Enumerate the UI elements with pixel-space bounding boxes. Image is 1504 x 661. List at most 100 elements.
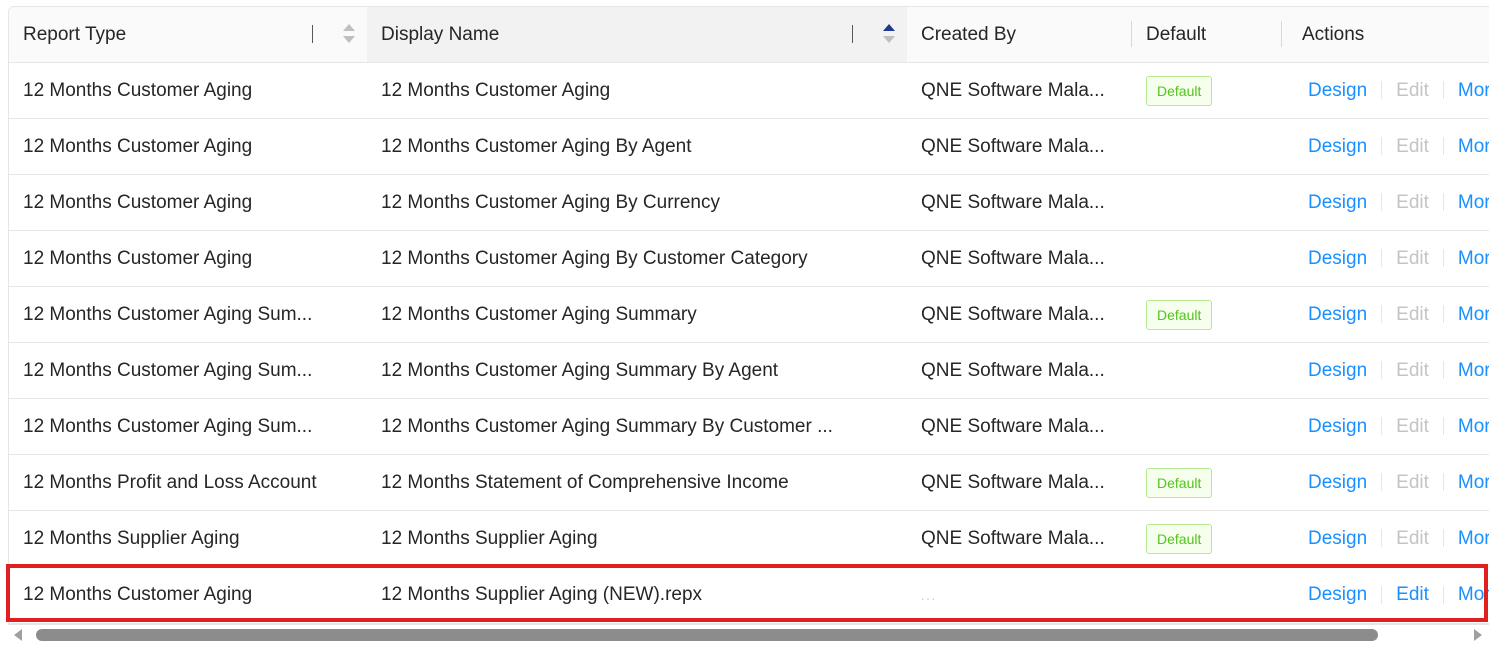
table-row[interactable]: 12 Months Profit and Loss Account 12 Mont… — [9, 454, 1489, 511]
design-link[interactable]: Design — [1308, 584, 1367, 605]
column-header-label: Report Type — [23, 23, 127, 45]
cell-display-name: 12 Months Customer Aging Summary — [367, 286, 907, 343]
horizontal-scrollbar[interactable] — [8, 626, 1488, 644]
cell-created-by: QNE Software Mala... — [907, 118, 1132, 175]
more-link[interactable]: More — [1458, 80, 1489, 101]
edit-link[interactable]: Edit — [1396, 584, 1429, 605]
table-row[interactable]: 12 Months Customer Aging 12 Months Custom… — [9, 118, 1489, 175]
more-link[interactable]: More — [1458, 528, 1489, 549]
cell-actions: Design Edit More — [1282, 230, 1489, 287]
default-tag: Default — [1146, 467, 1213, 498]
edit-link: Edit — [1396, 247, 1429, 269]
column-header-created-by: Created By — [907, 7, 1132, 63]
cell-actions: Design Edit More — [1282, 566, 1489, 624]
more-link[interactable]: More — [1458, 248, 1489, 269]
edit-link: Edit — [1396, 79, 1429, 101]
cell-default: Default — [1132, 286, 1282, 343]
action-divider — [1381, 361, 1383, 380]
design-link[interactable]: Design — [1308, 528, 1367, 549]
reports-table: Report Type Display Name Created By Defa… — [8, 6, 1489, 625]
design-link[interactable]: Design — [1308, 192, 1367, 213]
cell-created-by: QNE Software Mala... — [907, 230, 1132, 287]
design-link[interactable]: Design — [1308, 416, 1367, 437]
cell-display-name: 12 Months Customer Aging Summary By Agen… — [367, 342, 907, 399]
table-row[interactable]: 12 Months Customer Aging Sum... 12 Months… — [9, 398, 1489, 455]
default-tag: Default — [1146, 299, 1213, 330]
table-row[interactable]: 12 Months Customer Aging Sum... 12 Months… — [9, 342, 1489, 399]
scrollbar-thumb[interactable] — [36, 629, 1378, 641]
cell-report-type: 12 Months Profit and Loss Account — [9, 454, 367, 511]
action-divider — [1442, 137, 1444, 156]
cell-default — [1132, 566, 1282, 624]
cell-actions: Design Edit More — [1282, 286, 1489, 343]
more-link[interactable]: More — [1458, 192, 1489, 213]
action-divider — [1381, 417, 1383, 436]
table-row[interactable]: 12 Months Customer Aging 12 Months Custom… — [9, 230, 1489, 287]
table-row[interactable]: 12 Months Customer Aging Sum... 12 Months… — [9, 286, 1489, 343]
edit-link: Edit — [1396, 415, 1429, 437]
cell-actions: Design Edit More — [1282, 510, 1489, 567]
cell-report-type: 12 Months Customer Aging — [9, 174, 367, 231]
design-link[interactable]: Design — [1308, 304, 1367, 325]
action-divider — [1442, 305, 1444, 324]
design-link[interactable]: Design — [1308, 472, 1367, 493]
action-divider — [1381, 305, 1383, 324]
action-divider — [1381, 249, 1383, 268]
scroll-left-arrow-icon[interactable] — [14, 629, 22, 641]
more-link[interactable]: More — [1458, 472, 1489, 493]
table-row[interactable]: 12 Months Customer Aging 12 Months Suppli… — [9, 566, 1489, 624]
table-row[interactable]: 12 Months Customer Aging 12 Months Custom… — [9, 62, 1489, 119]
cell-display-name: 12 Months Customer Aging Summary By Cust… — [367, 398, 907, 455]
sort-icon[interactable] — [343, 22, 355, 46]
cell-created-by: QNE Software Mala... — [907, 286, 1132, 343]
action-divider — [1442, 361, 1444, 380]
column-header-report-type[interactable]: Report Type — [9, 7, 367, 63]
cell-display-name: 12 Months Customer Aging By Customer Cat… — [367, 230, 907, 287]
column-resize-handle[interactable] — [312, 25, 313, 43]
more-link[interactable]: More — [1458, 304, 1489, 325]
cell-display-name: 12 Months Customer Aging By Agent — [367, 118, 907, 175]
edit-link: Edit — [1396, 135, 1429, 157]
cell-report-type: 12 Months Customer Aging — [9, 230, 367, 287]
more-link[interactable]: More — [1458, 136, 1489, 157]
action-divider — [1381, 585, 1383, 604]
sort-ascending-icon[interactable] — [883, 22, 895, 46]
table-row[interactable]: 12 Months Supplier Aging 12 Months Suppli… — [9, 510, 1489, 567]
default-tag: Default — [1146, 75, 1213, 106]
column-header-display-name[interactable]: Display Name — [367, 7, 907, 63]
column-header-actions: Actions — [1282, 7, 1489, 63]
cell-display-name: 12 Months Statement of Comprehensive Inc… — [367, 454, 907, 511]
cell-report-type: 12 Months Customer Aging — [9, 118, 367, 175]
design-link[interactable]: Design — [1308, 360, 1367, 381]
action-divider — [1442, 585, 1444, 604]
column-resize-handle[interactable] — [852, 25, 853, 43]
design-link[interactable]: Design — [1308, 248, 1367, 269]
cell-created-by: ... — [907, 566, 1132, 624]
action-divider — [1442, 529, 1444, 548]
table-row[interactable]: 12 Months Customer Aging 12 Months Custom… — [9, 174, 1489, 231]
cell-actions: Design Edit More — [1282, 118, 1489, 175]
cell-default — [1132, 342, 1282, 399]
cell-report-type: 12 Months Customer Aging — [9, 566, 367, 624]
column-header-label: Default — [1146, 23, 1207, 45]
cell-actions: Design Edit More — [1282, 454, 1489, 511]
action-divider — [1381, 193, 1383, 212]
cell-created-by: QNE Software Mala... — [907, 62, 1132, 119]
cell-report-type: 12 Months Customer Aging Sum... — [9, 398, 367, 455]
more-link[interactable]: More — [1458, 584, 1489, 605]
action-divider — [1442, 193, 1444, 212]
design-link[interactable]: Design — [1308, 136, 1367, 157]
cell-created-by: QNE Software Mala... — [907, 342, 1132, 399]
cell-created-by: QNE Software Mala... — [907, 398, 1132, 455]
action-divider — [1442, 417, 1444, 436]
design-link[interactable]: Design — [1308, 80, 1367, 101]
action-divider — [1381, 81, 1383, 100]
more-link[interactable]: More — [1458, 360, 1489, 381]
action-divider — [1381, 137, 1383, 156]
more-link[interactable]: More — [1458, 416, 1489, 437]
table-header-row: Report Type Display Name Created By Defa… — [9, 7, 1489, 63]
cell-display-name: 12 Months Customer Aging By Currency — [367, 174, 907, 231]
cell-actions: Design Edit More — [1282, 62, 1489, 119]
scroll-right-arrow-icon[interactable] — [1474, 629, 1482, 641]
default-tag: Default — [1146, 523, 1213, 554]
